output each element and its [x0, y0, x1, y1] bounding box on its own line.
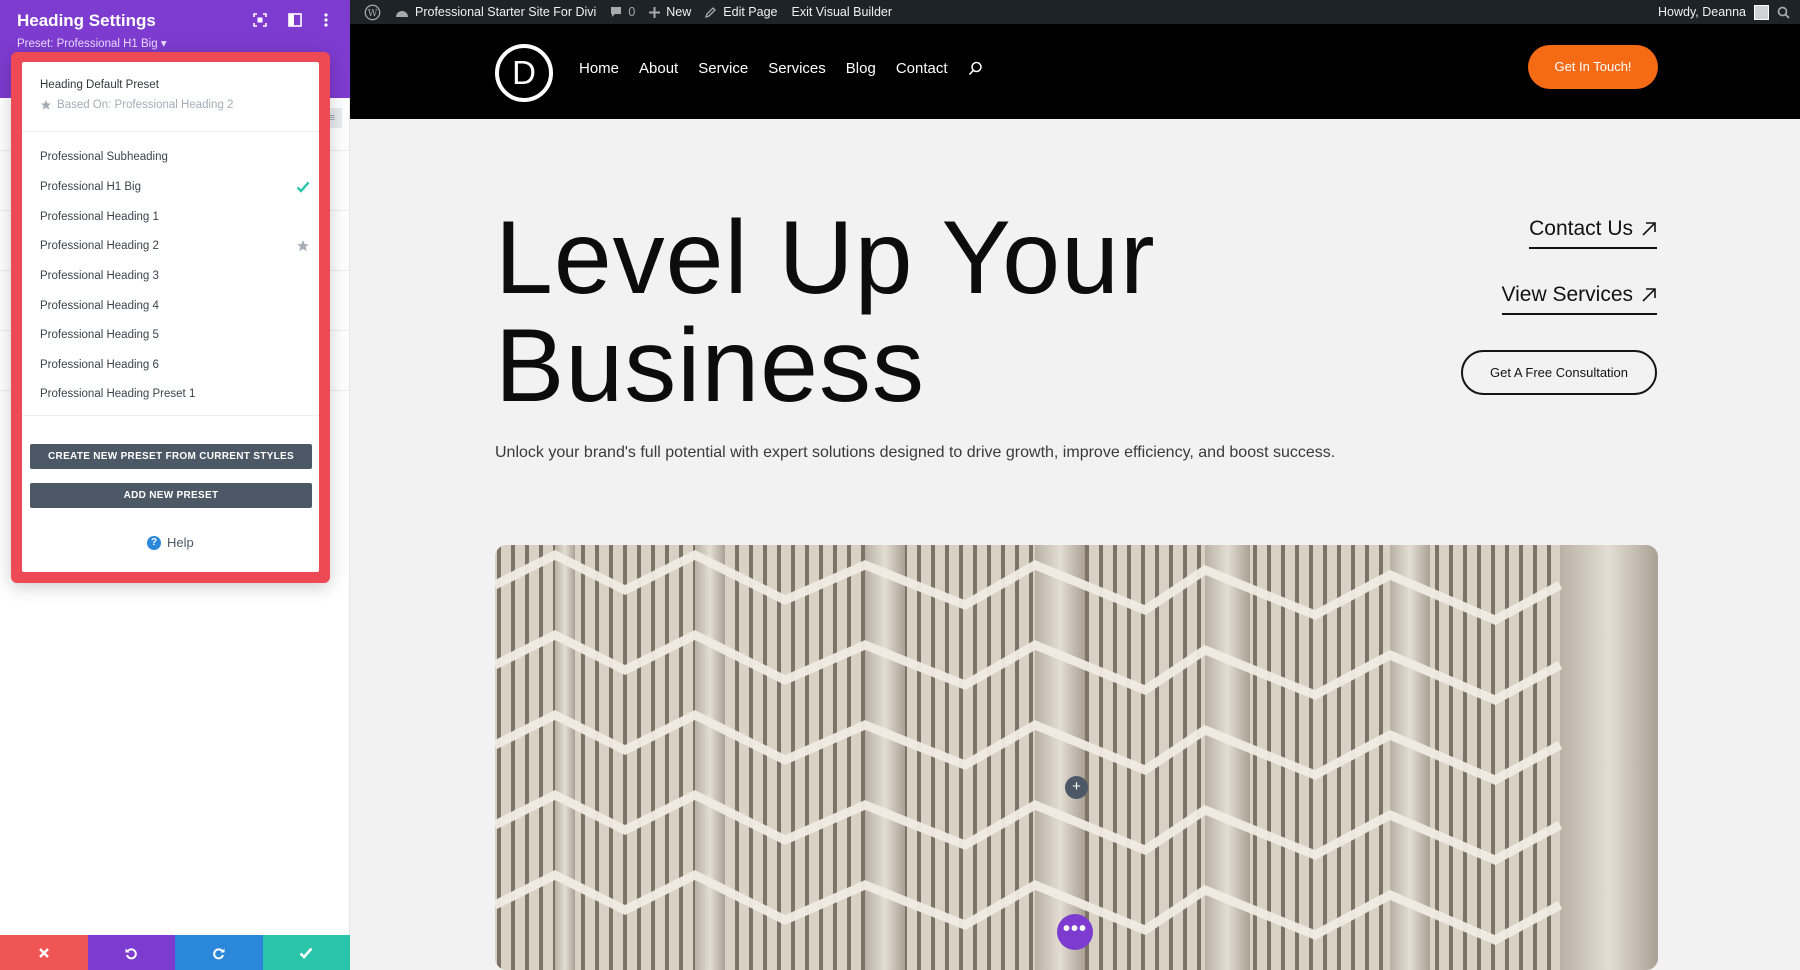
plus-icon	[649, 6, 661, 18]
preset-item[interactable]: Professional Heading 6	[40, 355, 310, 375]
edit-page-label: Edit Page	[723, 5, 778, 19]
avatar[interactable]	[1754, 4, 1769, 20]
preset-label: Professional Heading Preset 1	[40, 388, 196, 400]
comment-icon	[610, 6, 622, 18]
contact-us-label: Contact Us	[1529, 217, 1633, 240]
preset-label: Professional Heading 4	[40, 300, 159, 312]
help-link[interactable]: ? Help	[147, 535, 194, 550]
dropdown-divider	[22, 415, 319, 416]
exit-builder-label: Exit Visual Builder	[791, 5, 893, 19]
fullscreen-icon[interactable]	[252, 12, 268, 28]
hero-heading[interactable]: Level Up Your	[495, 206, 1156, 310]
search-icon[interactable]	[968, 61, 983, 76]
star-icon	[296, 239, 310, 253]
preset-label: Professional Heading 6	[40, 359, 159, 371]
edit-page-link[interactable]: Edit Page	[705, 5, 778, 19]
site-name: Professional Starter Site For Divi	[415, 5, 597, 19]
svg-text:W: W	[368, 7, 378, 18]
wordpress-logo-icon[interactable]: W	[364, 4, 381, 21]
undo-icon	[124, 946, 138, 960]
nav-about[interactable]: About	[639, 60, 678, 77]
more-options-icon[interactable]	[318, 12, 334, 28]
view-services-label: View Services	[1501, 283, 1634, 306]
based-on-label: Based On: Professional Heading 2	[40, 99, 233, 111]
dashboard-icon	[395, 6, 409, 18]
hero-intro-text: Unlock your brand's full potential with …	[495, 444, 1336, 461]
save-button[interactable]	[262, 935, 350, 970]
panel-title: Heading Settings	[17, 11, 156, 30]
based-on-text: Based On: Professional Heading 2	[57, 99, 234, 111]
nav-blog[interactable]: Blog	[846, 60, 876, 77]
preset-item[interactable]: Professional Heading 1	[40, 207, 310, 227]
preset-label: Professional Heading 2	[40, 240, 159, 252]
preset-item[interactable]: Professional Heading 4	[40, 296, 310, 316]
preset-selector[interactable]: Preset: Professional H1 Big ▾	[17, 36, 167, 50]
nav-services[interactable]: Services	[768, 60, 826, 77]
preset-item[interactable]: Professional Heading 5	[40, 325, 310, 345]
discard-button[interactable]	[0, 935, 88, 970]
help-icon: ?	[147, 535, 161, 550]
preset-label: Professional Heading 5	[40, 329, 159, 341]
exit-builder-link[interactable]: Exit Visual Builder	[792, 5, 893, 19]
get-in-touch-button[interactable]: Get In Touch!	[1528, 45, 1658, 89]
arrow-up-right-icon	[1641, 287, 1657, 303]
view-services-link[interactable]: View Services	[1501, 283, 1657, 315]
arrow-up-right-icon	[1641, 221, 1657, 237]
contact-us-link[interactable]: Contact Us	[1529, 217, 1657, 249]
preset-label: Professional Heading 3	[40, 270, 159, 282]
new-label: New	[666, 5, 692, 19]
comments-link[interactable]: 0	[610, 5, 635, 19]
free-consultation-button[interactable]: Get A Free Consultation	[1461, 350, 1657, 395]
preset-label: Professional Subheading	[40, 151, 168, 163]
site-logo[interactable]: D	[495, 44, 553, 102]
add-preset-button[interactable]: ADD NEW PRESET	[30, 483, 312, 508]
pencil-icon	[705, 6, 717, 18]
site-name-link[interactable]: Professional Starter Site For Divi	[395, 5, 596, 19]
preset-label: Professional H1 Big	[40, 181, 141, 193]
new-content-link[interactable]: New	[649, 5, 691, 19]
preset-item[interactable]: Professional Subheading	[40, 147, 310, 167]
admin-bar: W Professional Starter Site For Divi 0 N…	[350, 0, 1800, 24]
admin-bar-right: Howdy, Deanna	[1658, 4, 1790, 20]
preset-item[interactable]: Professional Heading 3	[40, 266, 310, 286]
undo-button[interactable]	[87, 935, 175, 970]
nav-home[interactable]: Home	[579, 60, 619, 77]
hero-building-image	[495, 545, 1658, 970]
comments-count: 0	[628, 5, 636, 19]
preset-item[interactable]: Professional Heading 2	[40, 236, 310, 256]
dropdown-divider	[22, 131, 319, 132]
nav-contact[interactable]: Contact	[896, 60, 948, 77]
search-icon[interactable]	[1777, 6, 1790, 19]
main-nav: Home About Service Services Blog Contact	[579, 60, 983, 77]
check-icon	[299, 947, 313, 959]
check-icon	[296, 181, 310, 193]
builder-menu-button[interactable]: •••	[1057, 914, 1093, 950]
help-label: Help	[167, 535, 194, 550]
panel-action-bar	[0, 935, 350, 970]
star-icon	[40, 99, 52, 111]
user-greeting[interactable]: Howdy, Deanna	[1658, 5, 1746, 19]
hero-heading[interactable]: Business	[495, 314, 925, 418]
preset-item[interactable]: Professional Heading Preset 1	[40, 384, 310, 404]
add-module-button[interactable]: +	[1065, 776, 1088, 799]
preset-item-active[interactable]: Professional H1 Big	[40, 177, 310, 197]
default-preset-item[interactable]: Heading Default Preset	[40, 79, 159, 91]
nav-service[interactable]: Service	[698, 60, 748, 77]
create-preset-button[interactable]: CREATE NEW PRESET FROM CURRENT STYLES	[30, 444, 312, 469]
redo-icon	[212, 946, 226, 960]
redo-button[interactable]	[175, 935, 263, 970]
close-icon	[38, 947, 50, 959]
split-view-icon[interactable]	[287, 12, 303, 28]
preset-label: Professional Heading 1	[40, 211, 159, 223]
